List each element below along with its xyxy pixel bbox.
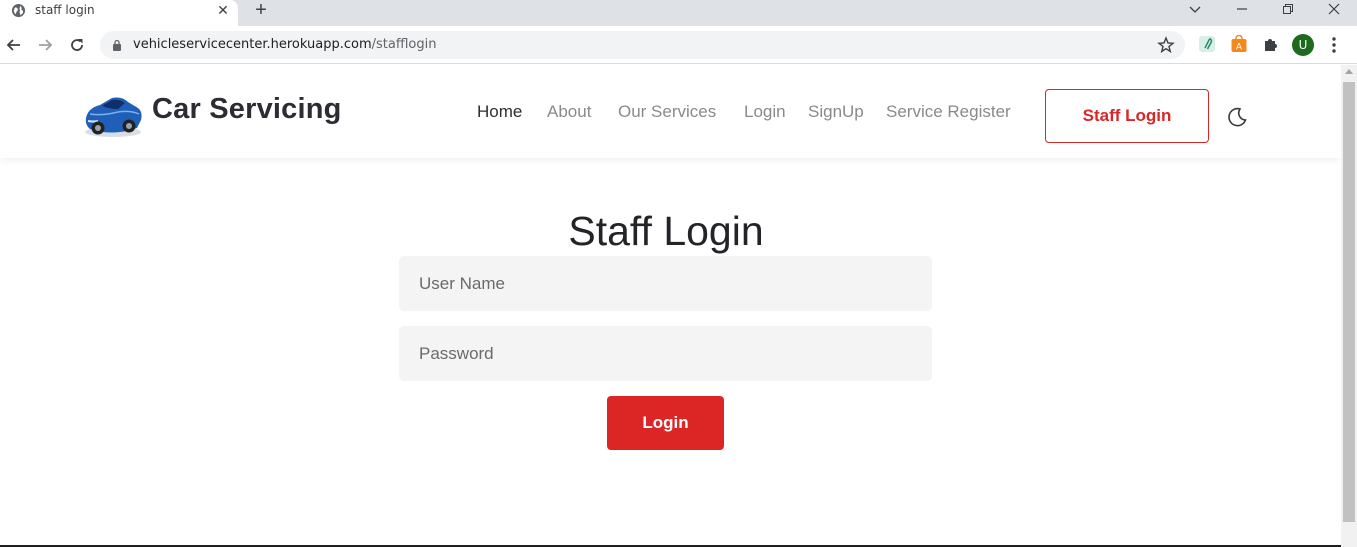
svg-text:A: A bbox=[1236, 43, 1243, 53]
close-icon[interactable]: ✕ bbox=[215, 2, 231, 18]
password-field[interactable] bbox=[399, 326, 932, 381]
nav-about[interactable]: About bbox=[547, 102, 591, 122]
moon-icon[interactable] bbox=[1226, 106, 1248, 128]
site-header: Car Servicing Home About Our Services Lo… bbox=[0, 65, 1341, 158]
reload-icon[interactable] bbox=[67, 35, 87, 55]
more-options-icon[interactable] bbox=[1326, 36, 1342, 54]
extension-paperclip-icon[interactable] bbox=[1198, 35, 1216, 53]
username-field[interactable] bbox=[399, 256, 932, 311]
tab-search-icon[interactable] bbox=[1175, 0, 1215, 20]
back-arrow-icon[interactable] bbox=[4, 35, 24, 55]
nav-login[interactable]: Login bbox=[744, 102, 786, 122]
nav-signup[interactable]: SignUp bbox=[808, 102, 864, 122]
new-tab-icon[interactable]: + bbox=[252, 0, 270, 20]
tab-title: staff login bbox=[35, 3, 95, 17]
nav-our-services[interactable]: Our Services bbox=[618, 102, 716, 122]
page-title: Staff Login bbox=[568, 208, 764, 254]
address-bar[interactable]: vehicleservicecenter.herokuapp.com/staff… bbox=[100, 31, 1185, 59]
brand-title[interactable]: Car Servicing bbox=[152, 93, 342, 126]
scrollbar-thumb[interactable] bbox=[1343, 82, 1355, 522]
forward-arrow-icon[interactable] bbox=[35, 35, 55, 55]
minimize-icon[interactable] bbox=[1222, 0, 1262, 20]
profile-avatar[interactable]: U bbox=[1292, 34, 1314, 56]
browser-toolbar: vehicleservicecenter.herokuapp.com/staff… bbox=[0, 26, 1357, 64]
page-scrollbar[interactable] bbox=[1341, 65, 1357, 547]
staff-login-button[interactable]: Staff Login bbox=[1045, 89, 1209, 143]
puzzle-extensions-icon[interactable] bbox=[1262, 35, 1280, 53]
extension-bag-icon[interactable]: A bbox=[1230, 35, 1248, 53]
globe-icon bbox=[11, 3, 26, 18]
login-submit-button[interactable]: Login bbox=[607, 396, 724, 450]
browser-tab[interactable]: staff login ✕ bbox=[0, 0, 238, 26]
nav-service-register[interactable]: Service Register bbox=[886, 102, 1011, 122]
bookmark-star-icon[interactable] bbox=[1157, 36, 1175, 54]
blue-car-icon[interactable] bbox=[82, 88, 144, 140]
window-close-icon[interactable] bbox=[1314, 0, 1354, 20]
scroll-up-arrow-icon[interactable] bbox=[1345, 69, 1353, 74]
url-text[interactable]: vehicleservicecenter.herokuapp.com/staff… bbox=[133, 37, 436, 52]
nav-home[interactable]: Home bbox=[477, 102, 522, 122]
lock-icon[interactable] bbox=[112, 39, 122, 51]
browser-tabstrip: staff login ✕ + bbox=[0, 0, 1357, 26]
restore-icon[interactable] bbox=[1268, 0, 1308, 20]
page-content: Car Servicing Home About Our Services Lo… bbox=[0, 65, 1341, 546]
